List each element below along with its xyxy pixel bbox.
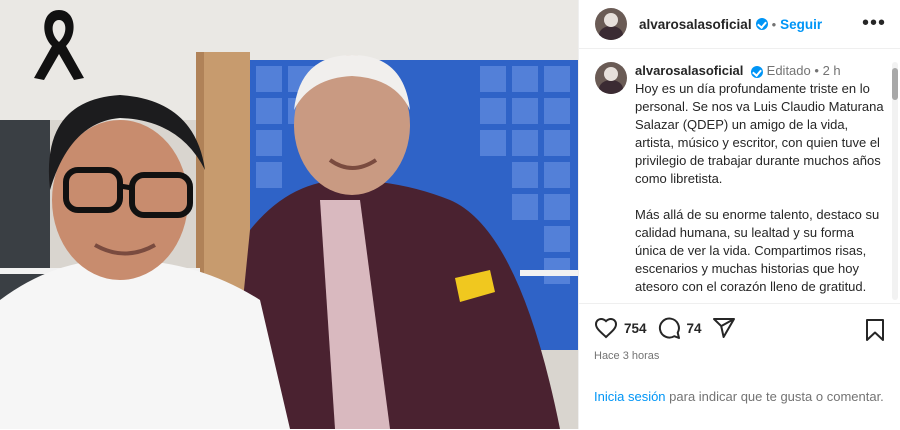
edited-label: Editado: [766, 63, 811, 78]
heart-icon[interactable]: [594, 316, 618, 340]
header-username[interactable]: alvarosalasoficial: [639, 17, 752, 32]
caption-text: alvarosalasoficial Editado • 2 h Hoy es …: [635, 62, 885, 296]
login-link[interactable]: Inicia sesión: [594, 389, 666, 404]
avatar[interactable]: [595, 8, 627, 40]
comment-count[interactable]: 74: [687, 321, 702, 336]
caption-username[interactable]: alvarosalasoficial: [635, 63, 743, 78]
verified-icon: [751, 65, 764, 78]
caption-scrollbar[interactable]: [892, 62, 898, 300]
like-count[interactable]: 754: [624, 321, 647, 336]
post-time: 2 h: [822, 63, 841, 78]
separator-dot: •: [814, 63, 819, 78]
login-prompt-text: para indicar que te gusta o comentar.: [665, 389, 884, 404]
login-prompt: Inicia sesión para indicar que te gusta …: [594, 388, 884, 406]
verified-icon: [755, 18, 768, 30]
scrollbar-thumb[interactable]: [892, 68, 898, 100]
post-photo[interactable]: [0, 0, 578, 429]
posted-time: Hace 3 horas: [594, 350, 660, 362]
mourning-ribbon-icon: [34, 10, 84, 80]
post-actions: 754 74 Hace 3 horas Inicia sesión para i…: [579, 303, 900, 430]
caption-avatar[interactable]: [595, 62, 627, 94]
more-options-icon[interactable]: •••: [862, 12, 886, 35]
caption-paragraph-2: Más allá de su enorme talento, destaco s…: [635, 207, 880, 294]
post-header: alvarosalasoficial • Seguir •••: [579, 0, 900, 49]
caption-area: alvarosalasoficial Editado • 2 h Hoy es …: [595, 62, 885, 300]
separator-dot: •: [771, 16, 777, 32]
post-side-panel: alvarosalasoficial • Seguir ••• alvarosa…: [578, 0, 900, 429]
caption-paragraph-1: Hoy es un día profundamente triste en lo…: [635, 81, 884, 186]
comment-icon[interactable]: [657, 316, 681, 340]
share-icon[interactable]: [712, 316, 736, 340]
follow-button[interactable]: Seguir: [780, 17, 822, 32]
bookmark-icon[interactable]: [864, 318, 886, 342]
